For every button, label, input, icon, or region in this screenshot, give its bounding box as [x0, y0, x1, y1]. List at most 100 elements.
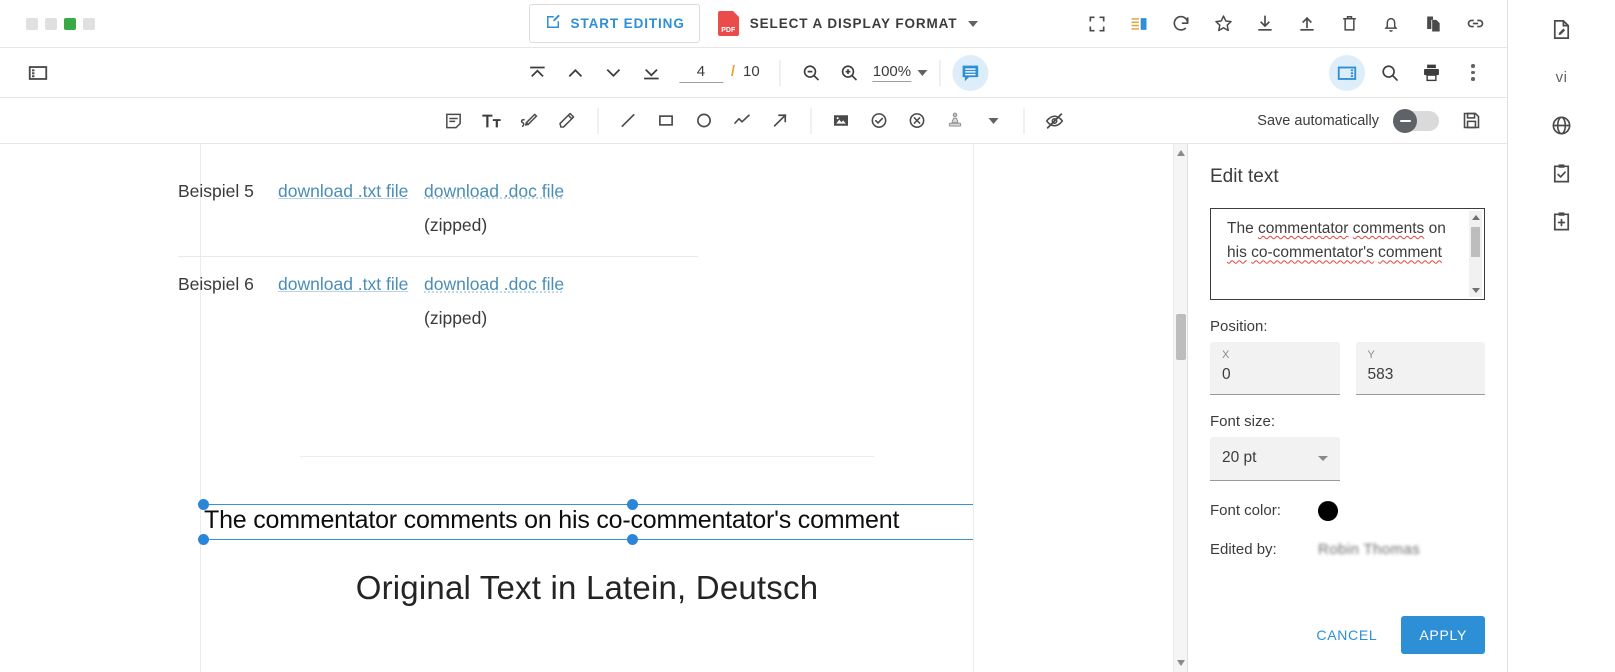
rectangle-icon[interactable]	[648, 103, 684, 139]
apply-button[interactable]: APPLY	[1401, 616, 1485, 654]
link-icon[interactable]	[1457, 6, 1493, 42]
image-icon[interactable]	[823, 103, 859, 139]
trash-icon[interactable]	[1331, 6, 1367, 42]
comment-panel-icon[interactable]	[952, 54, 989, 91]
save-settings-group: Save automatically	[1257, 103, 1507, 139]
chevron-down-icon	[968, 20, 979, 27]
cross-icon[interactable]	[899, 103, 935, 139]
download-doc-link[interactable]: download .doc file	[424, 274, 564, 294]
window-dot-1[interactable]	[26, 17, 38, 30]
window-dot-3-active[interactable]	[64, 17, 76, 30]
fullscreen-icon[interactable]	[1079, 6, 1115, 42]
top-app-bar: START EDITING PDF SELECT A DISPLAY FORMA…	[0, 0, 1507, 48]
stamp-icon[interactable]	[937, 103, 973, 139]
page-navigation-group: / 10 100%	[519, 54, 989, 91]
layout-panel-icon[interactable]	[1121, 6, 1157, 42]
row-label: Beispiel 5	[178, 181, 254, 201]
window-dot-4[interactable]	[83, 17, 95, 30]
position-y-value: 583	[1367, 366, 1394, 384]
highlighter-icon[interactable]	[549, 103, 585, 139]
document-scrollbar[interactable]	[1173, 144, 1187, 672]
prev-page-icon[interactable]	[557, 55, 593, 91]
checkmark-icon[interactable]	[861, 103, 897, 139]
scrollbar-thumb[interactable]	[1176, 314, 1186, 360]
line-icon[interactable]	[610, 103, 646, 139]
next-page-icon[interactable]	[595, 55, 631, 91]
sidebar-toggle-icon[interactable]	[20, 55, 56, 91]
ellipse-icon[interactable]	[686, 103, 722, 139]
panel-actions: CANCEL APPLY	[1210, 616, 1485, 654]
text-tool-icon[interactable]	[473, 103, 509, 139]
position-y-field[interactable]: Y 583	[1355, 342, 1485, 395]
app-root: START EDITING PDF SELECT A DISPLAY FORMA…	[0, 0, 1615, 672]
display-format-select[interactable]: PDF SELECT A DISPLAY FORMAT	[717, 11, 979, 36]
clipboard-check-icon[interactable]	[1537, 150, 1587, 196]
resize-handle-bottom-center[interactable]	[627, 534, 638, 545]
edited-by-label: Edited by:	[1210, 540, 1277, 558]
divider	[939, 59, 941, 86]
resize-handle-bottom-left[interactable]	[198, 534, 209, 545]
edited-by-row: Edited by: Robin Thomas	[1210, 541, 1485, 558]
textarea-scrollbar[interactable]	[1469, 211, 1482, 297]
first-page-icon[interactable]	[519, 55, 555, 91]
more-vertical-icon[interactable]	[1455, 55, 1491, 91]
save-automatically-toggle[interactable]	[1393, 108, 1439, 133]
zoom-level-select[interactable]: 100%	[872, 63, 928, 82]
scroll-down-arrow[interactable]	[1471, 288, 1480, 293]
copy-icon[interactable]	[1415, 6, 1451, 42]
scrollbar-thumb[interactable]	[1471, 227, 1480, 257]
position-x-field[interactable]: X 0	[1210, 342, 1340, 395]
stamp-dropdown-icon[interactable]	[975, 103, 1011, 139]
position-x-value: 0	[1222, 366, 1231, 384]
download-txt-link[interactable]: download .txt file	[278, 274, 408, 294]
annotation-text-editor[interactable]: The commentator comments on his co-comme…	[1210, 208, 1485, 300]
cancel-button[interactable]: CANCEL	[1310, 619, 1383, 651]
thumbnails-panel-icon[interactable]	[1329, 54, 1365, 91]
upload-icon[interactable]	[1289, 6, 1325, 42]
rotate-icon[interactable]	[1163, 6, 1199, 42]
zoom-out-icon[interactable]	[793, 55, 829, 91]
download-doc-link[interactable]: download .doc file	[424, 181, 564, 201]
sticky-note-icon[interactable]	[435, 103, 471, 139]
globe-icon[interactable]	[1537, 102, 1587, 148]
chevron-down-icon	[1318, 455, 1328, 461]
start-editing-button[interactable]: START EDITING	[528, 4, 700, 43]
right-rail: vi	[1508, 0, 1615, 672]
position-y-label: Y	[1367, 349, 1375, 361]
last-page-icon[interactable]	[633, 55, 669, 91]
current-page-input[interactable]	[678, 62, 723, 83]
download-txt-link[interactable]: download .txt file	[278, 181, 408, 201]
bell-icon[interactable]	[1373, 6, 1409, 42]
print-icon[interactable]	[1413, 55, 1449, 91]
clipboard-add-icon[interactable]	[1537, 198, 1587, 244]
display-format-label: SELECT A DISPLAY FORMAT	[749, 16, 958, 31]
document-viewport[interactable]: Beispiel 5 download .txt file download .…	[0, 144, 1173, 672]
toggle-knob	[1393, 108, 1417, 133]
scroll-down-arrow[interactable]	[1177, 660, 1185, 666]
vi-badge[interactable]: vi	[1537, 54, 1587, 100]
star-icon[interactable]	[1205, 6, 1241, 42]
scroll-up-arrow[interactable]	[1471, 215, 1480, 220]
divider	[810, 107, 811, 134]
download-icon[interactable]	[1247, 6, 1283, 42]
window-dot-2[interactable]	[45, 17, 57, 30]
annotation-text-editor-value[interactable]: The commentator comments on his co-comme…	[1227, 217, 1462, 266]
font-size-value: 20 pt	[1222, 449, 1257, 467]
save-icon[interactable]	[1453, 103, 1489, 139]
scroll-up-arrow[interactable]	[1177, 150, 1185, 156]
document-divider	[300, 456, 874, 457]
document-heading: Original Text in Latein, Deutsch	[355, 569, 819, 606]
pdf-file-icon: PDF	[717, 11, 739, 36]
font-size-select[interactable]: 20 pt	[1210, 436, 1340, 481]
arrow-icon[interactable]	[762, 103, 798, 139]
polyline-icon[interactable]	[724, 103, 760, 139]
freehand-icon[interactable]	[511, 103, 547, 139]
search-icon[interactable]	[1371, 55, 1407, 91]
pencil-square-icon	[544, 13, 562, 34]
eye-off-icon[interactable]	[1036, 103, 1072, 139]
font-color-swatch[interactable]	[1318, 500, 1338, 521]
zoom-in-icon[interactable]	[831, 55, 867, 91]
divider	[597, 107, 598, 134]
document-edit-icon[interactable]	[1537, 6, 1587, 52]
annotation-text: The commentator comments on his co-comme…	[204, 506, 900, 534]
